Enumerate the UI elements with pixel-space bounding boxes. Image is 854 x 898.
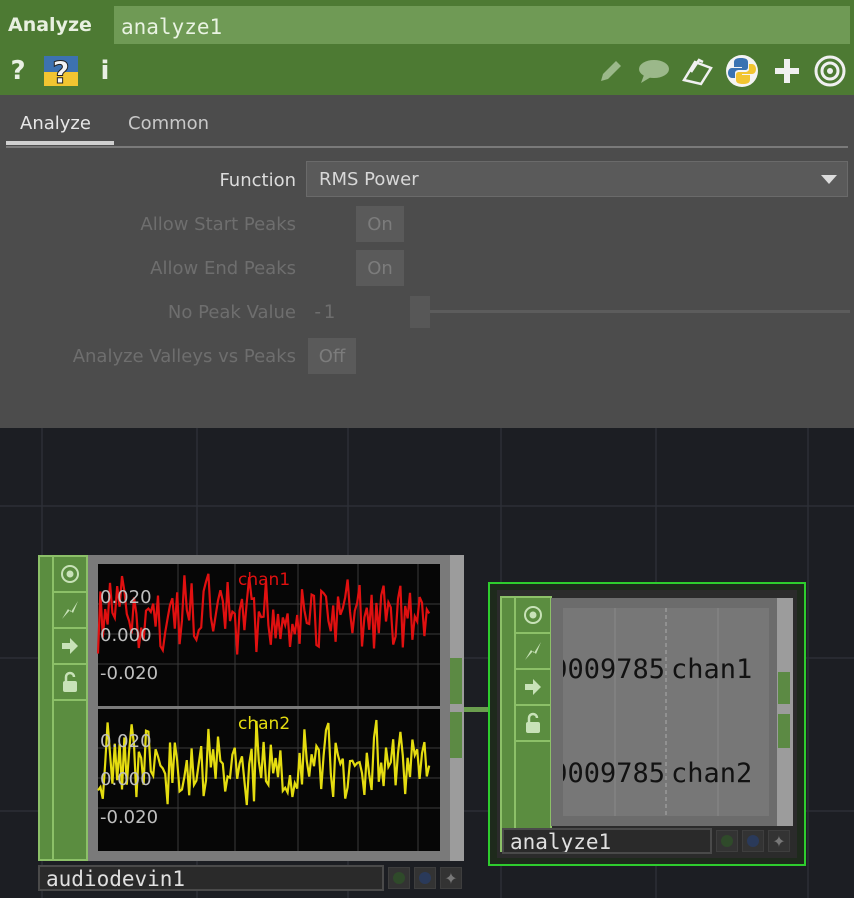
analyze-value-table: 0.000009785 chan1 0.000009785 chan2 bbox=[563, 608, 769, 816]
analyze-valleys-toggle[interactable]: Off bbox=[308, 338, 356, 374]
viewer-icon[interactable] bbox=[812, 54, 848, 88]
help-icon[interactable]: ? bbox=[8, 54, 28, 88]
cook-icon[interactable] bbox=[54, 593, 86, 629]
tab-common[interactable]: Common bbox=[128, 113, 209, 134]
analyze-name[interactable]: analyze1 bbox=[502, 828, 712, 854]
chan2-label: chan2 bbox=[238, 714, 290, 734]
row-value: 0.000009785 bbox=[563, 654, 665, 685]
no-peak-slider-handle[interactable] bbox=[410, 296, 430, 328]
chan1-tick-zero: 0.000 bbox=[100, 625, 152, 646]
audiodevin-viewer[interactable]: 0.020 0.000 -0.020 chan1 0.020 0.000 -0.… bbox=[88, 555, 450, 861]
parameter-panel: Analyze Common Function RMS Power Allow … bbox=[0, 95, 854, 428]
python-icon[interactable] bbox=[724, 54, 760, 88]
audiodevin-name[interactable]: audiodevin1 bbox=[38, 865, 384, 891]
function-value: RMS Power bbox=[319, 169, 419, 190]
row-value: 0.000009785 bbox=[563, 758, 665, 789]
app-root: Analyze analyze1 ? ? i Analyze Common Fu… bbox=[0, 0, 854, 898]
no-peak-value-field[interactable]: -1 bbox=[312, 301, 335, 323]
allow-start-peaks-toggle[interactable]: On bbox=[356, 206, 404, 242]
display-flag-icon[interactable] bbox=[742, 830, 764, 852]
op-type-label: Analyze bbox=[8, 14, 92, 36]
no-peak-slider-track[interactable] bbox=[430, 310, 850, 313]
chan2-tick-low: -0.020 bbox=[100, 807, 158, 828]
chan2-tick-zero: 0.000 bbox=[100, 769, 152, 790]
python-help-icon[interactable]: ? bbox=[42, 54, 80, 88]
allow-end-peaks-label: Allow End Peaks bbox=[150, 258, 296, 279]
chan1-label: chan1 bbox=[238, 570, 290, 590]
cook-icon[interactable] bbox=[516, 634, 550, 670]
active-tab-indicator bbox=[6, 141, 114, 145]
display-flag-icon[interactable] bbox=[414, 867, 436, 889]
analyze-output-connector-2[interactable] bbox=[778, 714, 790, 748]
clone-icon[interactable] bbox=[680, 54, 716, 88]
audiodevin-output-bar bbox=[450, 555, 464, 861]
viewer-toggle-icon[interactable] bbox=[54, 557, 86, 593]
audiodevin-output-connector-2[interactable] bbox=[450, 712, 462, 758]
analyze-output-connector[interactable] bbox=[778, 672, 790, 704]
info-icon[interactable]: i bbox=[96, 54, 114, 88]
op-header: Analyze analyze1 ? ? i bbox=[0, 0, 854, 95]
allow-end-peaks-toggle[interactable]: On bbox=[356, 250, 404, 286]
row-channel: chan1 bbox=[671, 654, 753, 685]
row-channel: chan2 bbox=[671, 758, 753, 789]
tab-divider bbox=[6, 146, 848, 148]
analyze-output-bar bbox=[777, 598, 793, 826]
lock-icon[interactable] bbox=[54, 665, 86, 701]
waveform-plot: 0.020 0.000 -0.020 chan1 0.020 0.000 -0.… bbox=[96, 564, 440, 851]
audiodevin-flag-strip bbox=[38, 555, 88, 861]
chevron-down-icon bbox=[821, 175, 837, 184]
chan1-tick-high: 0.020 bbox=[100, 587, 152, 608]
viewer-toggle-icon[interactable] bbox=[516, 598, 550, 634]
render-flag-icon[interactable]: ✦ bbox=[440, 867, 462, 889]
table-row: 0.000009785 chan1 bbox=[563, 654, 769, 685]
chan1-tick-low: -0.020 bbox=[100, 663, 158, 684]
table-row: 0.000009785 chan2 bbox=[563, 758, 769, 789]
add-icon[interactable] bbox=[772, 54, 802, 88]
edit-icon[interactable] bbox=[596, 54, 626, 88]
comment-icon[interactable] bbox=[636, 54, 672, 88]
bypass-flag-icon[interactable] bbox=[388, 867, 410, 889]
analyze-flag-strip bbox=[500, 596, 552, 852]
op-name-field[interactable]: analyze1 bbox=[114, 6, 850, 44]
export-arrow-icon[interactable] bbox=[516, 670, 550, 706]
tab-analyze[interactable]: Analyze bbox=[20, 113, 91, 134]
network-editor[interactable]: 0.020 0.000 -0.020 chan1 0.020 0.000 -0.… bbox=[0, 428, 854, 898]
no-peak-value-label: No Peak Value bbox=[167, 302, 296, 323]
analyze-viewer[interactable]: 0.000009785 chan1 0.000009785 chan2 bbox=[551, 598, 777, 826]
export-arrow-icon[interactable] bbox=[54, 629, 86, 665]
bypass-flag-icon[interactable] bbox=[716, 830, 738, 852]
lock-icon[interactable] bbox=[516, 706, 550, 742]
allow-start-peaks-label: Allow Start Peaks bbox=[140, 214, 296, 235]
audiodevin-output-connector[interactable] bbox=[450, 658, 462, 704]
function-label: Function bbox=[219, 170, 296, 191]
svg-text:?: ? bbox=[52, 56, 69, 88]
chan2-tick-high: 0.020 bbox=[100, 731, 152, 752]
render-flag-icon[interactable]: ✦ bbox=[768, 830, 790, 852]
function-menu[interactable]: RMS Power bbox=[306, 161, 848, 197]
analyze-valleys-label: Analyze Valleys vs Peaks bbox=[72, 346, 296, 367]
